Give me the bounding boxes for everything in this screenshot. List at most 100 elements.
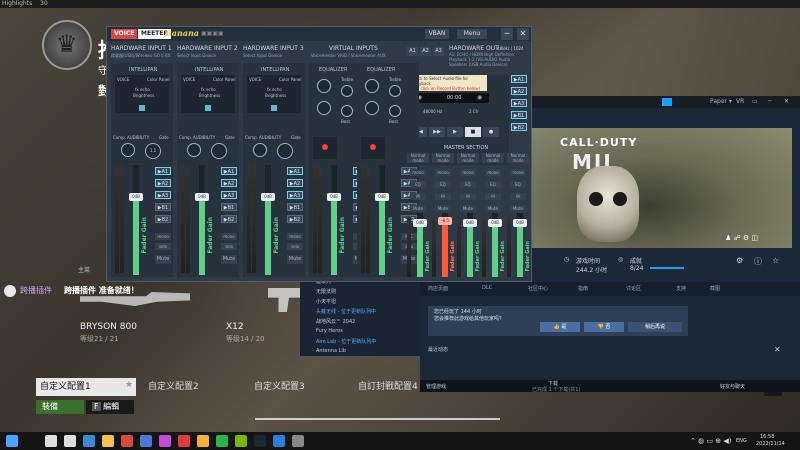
steam-vr-button[interactable]: VR	[736, 98, 744, 106]
favorite-star-icon[interactable]: ☆	[772, 256, 779, 265]
normal-mode-button[interactable]: Normal mode	[432, 153, 454, 163]
mute-button[interactable]: Mute	[287, 255, 303, 264]
steam-icon[interactable]	[254, 435, 266, 447]
task-view-icon[interactable]	[64, 435, 76, 447]
bus-button-a2[interactable]: ▶A2	[287, 179, 303, 187]
bass-knob[interactable]	[341, 105, 353, 117]
mail-icon[interactable]	[140, 435, 152, 447]
mute-button[interactable]: Mute	[221, 255, 237, 264]
bus-button-a1[interactable]: ▶A1	[155, 167, 171, 175]
steam-friends-icon[interactable]	[662, 98, 672, 106]
recorder-a1-button[interactable]: ▶A1	[511, 75, 527, 83]
friends-chat-label[interactable]: 好友与聊天	[720, 383, 745, 390]
bus-button-b1[interactable]: ▶B1	[221, 203, 237, 211]
bus-button-a3[interactable]: ▶A3	[287, 191, 303, 199]
equip-button[interactable]: 裝備	[36, 400, 84, 414]
stop-button[interactable]: ■	[465, 127, 481, 137]
bus-button-a3[interactable]: ▶A3	[155, 191, 171, 199]
master-mono-button[interactable]: mono	[485, 169, 501, 176]
download-bar[interactable]: 管理游戏 下载 已完成 1 个下载(共1) 好友与聊天	[420, 380, 800, 393]
clock-time[interactable]: 16:58	[760, 434, 774, 440]
info-icon[interactable]: ⓘ	[754, 256, 762, 267]
hw-out-a2-button[interactable]: A2	[420, 47, 431, 56]
hw-out-a1-button[interactable]: A1	[407, 47, 418, 56]
comp-knob[interactable]	[187, 143, 201, 157]
eq-knob[interactable]	[365, 79, 379, 93]
bus-button-a2[interactable]: ▶A2	[221, 179, 237, 187]
normal-mode-button[interactable]: Normal mode	[457, 153, 479, 163]
master-mute-button[interactable]: Mute	[435, 205, 451, 212]
hw-input-2-title[interactable]: HARDWARE INPUT 2	[177, 45, 238, 52]
master-m-button[interactable]: M	[485, 193, 501, 200]
app-icon[interactable]	[292, 435, 304, 447]
bus-button-b1[interactable]: ▶B1	[155, 203, 171, 211]
play-button[interactable]: ▶	[447, 127, 463, 137]
master-eq-button[interactable]: EQ	[435, 181, 451, 188]
bus-button-b2[interactable]: ▶B2	[287, 215, 303, 223]
gate-knob[interactable]	[211, 143, 227, 159]
windows-icon[interactable]	[6, 435, 18, 447]
bus-button-b2[interactable]: ▶B2	[155, 215, 171, 223]
hw-input-3-device[interactable]: Select Input Device	[243, 53, 282, 58]
voicemeeter-icon[interactable]	[121, 435, 133, 447]
intellipan-cursor[interactable]	[205, 105, 211, 111]
tab-guides[interactable]: 指南	[578, 285, 588, 292]
master-m-button[interactable]: M	[435, 193, 451, 200]
friend-item[interactable]: Aim Lab - 位于更新队列中	[316, 338, 376, 345]
mute-button[interactable]: Mute	[155, 255, 171, 264]
tab-store[interactable]: 商店页面	[428, 285, 448, 292]
media-icon[interactable]	[159, 435, 171, 447]
master-mono-button[interactable]: mono	[435, 169, 451, 176]
master-mono-button[interactable]: mono	[410, 169, 426, 176]
master-m-button[interactable]: M	[410, 193, 426, 200]
vm-minimize-button[interactable]: ─	[501, 28, 513, 40]
normal-mode-button[interactable]: Normal mode	[407, 153, 429, 163]
fader-gain-knob[interactable]: 0dB	[261, 193, 275, 201]
recorder-b2-button[interactable]: ▶B2	[511, 123, 527, 131]
master-eq-button[interactable]: EQ	[485, 181, 501, 188]
tab-screenshots[interactable]: 截图	[710, 285, 720, 292]
master-fader-knob[interactable]: -8.5	[438, 217, 452, 225]
eq-mid-knob[interactable]	[317, 101, 331, 115]
mono-button[interactable]: mono	[221, 233, 237, 240]
friend-item[interactable]: Fury Heros	[316, 328, 343, 334]
favorite-star-icon[interactable]: ★	[125, 380, 133, 390]
hw-out-a3-button[interactable]: A3	[433, 47, 444, 56]
hw-input-1-device[interactable]: 揚聲器(USB)/Wireless GO II RX	[111, 53, 170, 59]
treble-knob[interactable]	[389, 85, 401, 97]
master-mute-button[interactable]: Mute	[410, 205, 426, 212]
review-no-button[interactable]: 👎 否	[584, 322, 624, 332]
activity-close-icon[interactable]: ✕	[774, 345, 781, 354]
hero-action-icons[interactable]: ♟ ☍ ⚙ ◫	[725, 234, 758, 242]
preset-3[interactable]: 自定义配置3	[250, 378, 350, 396]
wechat-icon[interactable]	[216, 435, 228, 447]
master-mute-button[interactable]: Mute	[460, 205, 476, 212]
treble-knob[interactable]	[341, 85, 353, 97]
normal-mode-button[interactable]: Normal mode	[482, 153, 504, 163]
netease-music-icon[interactable]	[178, 435, 190, 447]
bus-button-a2[interactable]: ▶A2	[155, 179, 171, 187]
solo-button[interactable]: solo	[221, 243, 237, 250]
friend-item[interactable]: 头戴无线 - 位于更新队列中	[316, 308, 376, 315]
preset-2[interactable]: 自定义配置2	[144, 378, 244, 396]
comp-knob[interactable]	[253, 143, 267, 157]
friend-item[interactable]: 无限法则	[316, 288, 336, 295]
fader-gain-knob[interactable]: 0dB	[129, 193, 143, 201]
fader-gain-knob[interactable]: 0dB	[195, 193, 209, 201]
tab-discussions[interactable]: 讨论区	[626, 285, 641, 292]
chrome-icon[interactable]	[197, 435, 209, 447]
eq-mid-knob[interactable]	[365, 101, 379, 115]
voicemeeter-titlebar[interactable]: VOICE MEETER Banana ▣▣▣▣ VBAN Menu ─ ✕	[107, 27, 531, 41]
comp-knob[interactable]	[121, 143, 135, 157]
master-mono-button[interactable]: mono	[510, 169, 526, 176]
solo-button[interactable]: solo	[155, 243, 171, 250]
master-fader-knob[interactable]: 0dB	[463, 219, 477, 227]
search-icon[interactable]	[45, 435, 57, 447]
bus-button-b1[interactable]: ▶B1	[287, 203, 303, 211]
hw-input-1-title[interactable]: HARDWARE INPUT 1	[111, 45, 172, 52]
vban-button[interactable]: VBAN	[425, 29, 449, 39]
review-later-button[interactable]: 稍后再说	[628, 322, 682, 332]
menu-button[interactable]: Menu	[457, 29, 487, 39]
recorder-a3-button[interactable]: ▶A3	[511, 99, 527, 107]
mono-button[interactable]: mono	[287, 233, 303, 240]
